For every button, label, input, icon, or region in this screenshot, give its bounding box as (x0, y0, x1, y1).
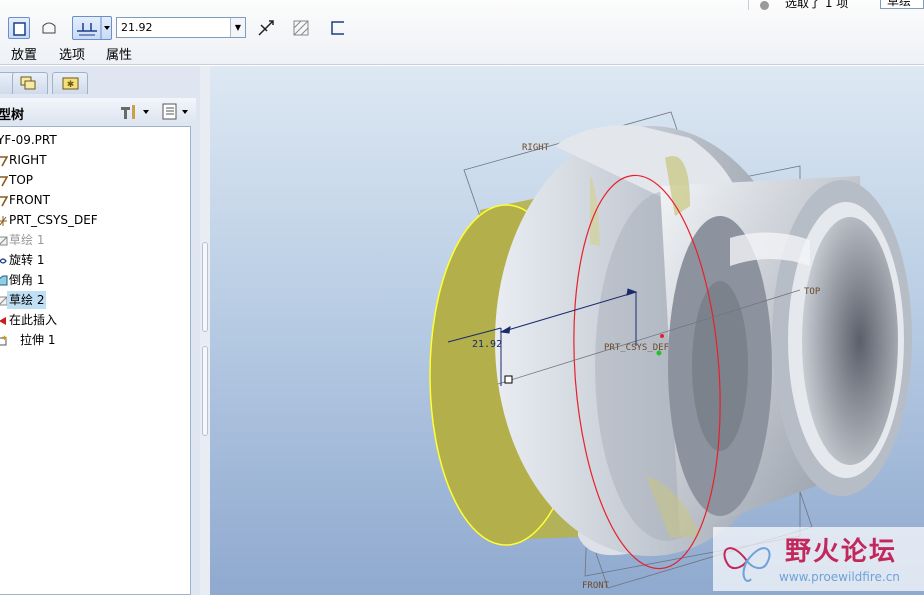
datum-plane-icon (0, 154, 9, 167)
tab-placement[interactable]: 放置 (11, 44, 37, 63)
tree-item-label: PRT_CSYS_DEF (9, 213, 98, 227)
graphics-window[interactable]: 21.92 RIGHT TOP FRONT PRT_CSYS_DEF 野火论坛 … (210, 66, 924, 595)
tree-item-label: 草绘 1 (9, 233, 45, 247)
depth-value-text: 21.92 (121, 21, 153, 34)
list-icon (162, 103, 177, 120)
datum-label-right: RIGHT (522, 143, 550, 153)
tree-item-label: 倒角 1 (9, 273, 45, 287)
layers-icon (20, 76, 36, 90)
dimension-value-label[interactable]: 21.92 (472, 339, 502, 350)
svg-text:✱: ✱ (2, 335, 7, 342)
tools-icon (121, 105, 135, 119)
chamfer-icon (0, 274, 8, 286)
sash-grip[interactable] (202, 242, 208, 332)
drag-handle[interactable] (504, 375, 513, 384)
tab-properties[interactable]: 属性 (106, 44, 132, 63)
revolve-body[interactable] (495, 125, 912, 556)
model-tree-title: 型树 (0, 108, 25, 123)
thicken-icon (331, 21, 344, 35)
csys-icon (0, 214, 8, 226)
svg-text:✱: ✱ (67, 80, 75, 90)
tree-item-label: 草绘 2 (7, 291, 47, 309)
depth-option-dropdown[interactable] (72, 16, 112, 40)
datum-plane-icon (0, 194, 9, 207)
surface-extrude-button[interactable] (38, 17, 60, 39)
tree-item-label: TOP (9, 173, 34, 187)
selection-filter-select[interactable]: 草绘 (880, 0, 924, 9)
extrude-icon: ✱ (0, 334, 8, 346)
panel-sash[interactable] (200, 66, 210, 595)
datum-plane-icon (0, 174, 9, 187)
sketch-icon (0, 234, 8, 246)
flip-direction-button[interactable] (255, 17, 277, 39)
watermark-title: 野火论坛 (785, 537, 898, 567)
depth-value-input[interactable]: 21.92 ▼ (116, 17, 246, 38)
remove-material-button[interactable] (290, 17, 312, 39)
forum-watermark: 野火论坛 www.proewildfire.cn (713, 527, 924, 591)
remove-material-icon (293, 20, 309, 36)
sash-grip[interactable] (202, 346, 208, 436)
solid-icon (13, 22, 26, 36)
revolve-icon (0, 254, 8, 266)
selection-status-text: 选取了 1 项 (785, 0, 849, 10)
tree-item-label: FRONT (9, 193, 50, 207)
tree-item-label: RIGHT (9, 153, 47, 167)
blind-depth-icon (77, 17, 110, 39)
flip-direction-icon (258, 20, 274, 36)
nav-tab-favorites[interactable]: ✱ (52, 72, 88, 94)
model-view[interactable]: 21.92 RIGHT TOP FRONT PRT_CSYS_DEF (210, 66, 924, 595)
tree-item-label: 旋转 1 (9, 253, 45, 267)
tree-item-label: YF-09.PRT (0, 133, 57, 147)
datum-label-csys: PRT_CSYS_DEF (604, 343, 669, 353)
selection-filter-value: 草绘 (887, 0, 912, 8)
datum-label-top: TOP (804, 287, 821, 297)
divider (748, 0, 749, 10)
nav-tab-folder[interactable] (12, 72, 48, 94)
insert-here-icon (0, 314, 8, 326)
status-dot-icon (760, 1, 769, 10)
thicken-sketch-button[interactable] (327, 17, 349, 39)
model-tree: YF-09.PRT RIGHT TOP FRONT PRT_CSYS_DEF 草绘 1 旋转… (0, 126, 191, 595)
watermark-url: www.proewildfire.cn (779, 570, 900, 584)
tree-item-label: 在此插入 (9, 313, 58, 327)
surface-icon (42, 22, 56, 34)
tree-show-button[interactable] (160, 101, 194, 121)
extrude-dashboard: 21.92 ▼ 放置 选项 属性 选取了 1 项 草绘 (0, 0, 924, 65)
solid-extrude-button[interactable] (8, 17, 30, 39)
butterfly-logo-icon (723, 547, 771, 582)
datum-label-front: FRONT (582, 581, 610, 591)
csys-axis-marker (660, 334, 664, 338)
tab-options[interactable]: 选项 (59, 44, 85, 63)
chevron-down-icon[interactable]: ▼ (230, 18, 245, 37)
tree-item-label: 拉伸 1 (20, 333, 56, 347)
tree-settings-button[interactable] (118, 101, 154, 121)
favorites-icon: ✱ (62, 77, 79, 90)
